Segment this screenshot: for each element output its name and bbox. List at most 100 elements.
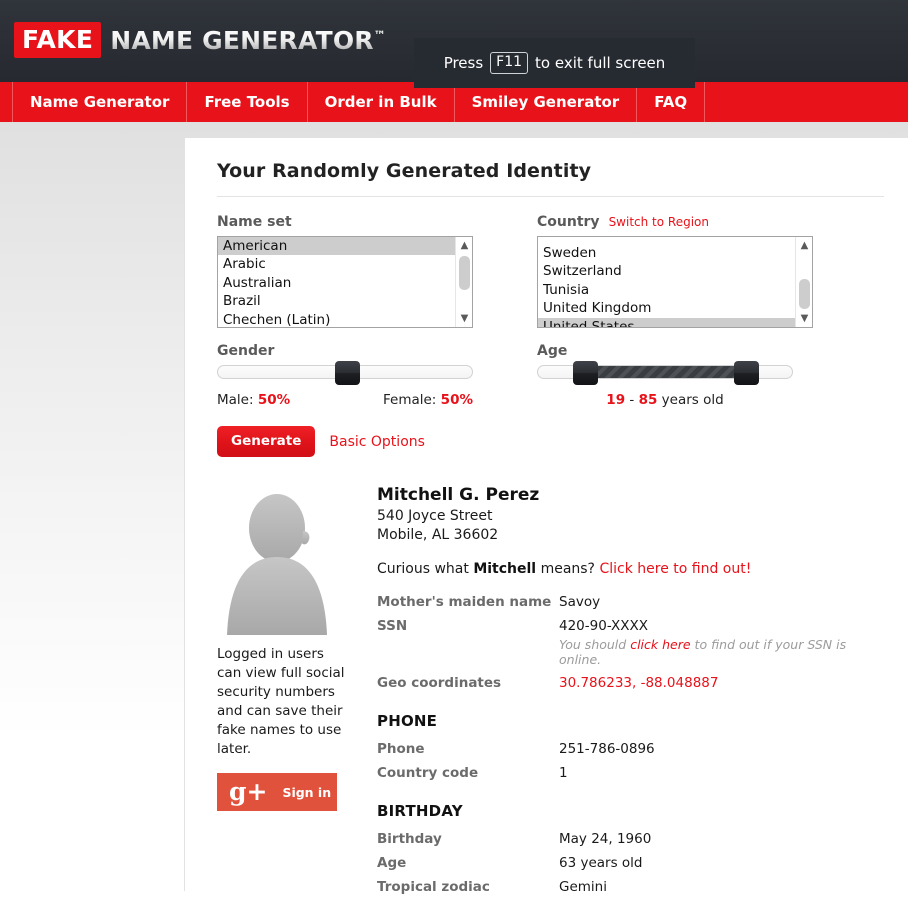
slider-row: Gender Male: 50% Female: 50% Age 19 - 85… [217,343,884,408]
age-slider-handle-max[interactable] [734,361,759,385]
field-value: May 24, 1960 [559,831,652,847]
male-percent: 50% [257,392,291,408]
identity-field-table: Mother's maiden name Savoy SSN 420-90-XX… [377,594,884,691]
nameset-option-chechen-latin[interactable]: Chechen (Latin) [218,311,455,327]
age-max: 85 [638,392,658,408]
site-logo[interactable]: FAKE NAME GENERATOR™ [14,22,386,58]
field-value: 30.786233, -88.048887 [559,675,719,691]
female-percent: 50% [440,392,473,408]
country-option-tunisia[interactable]: Tunisia [538,281,795,299]
logo-fake-badge: FAKE [14,22,102,58]
country-option-united-states[interactable]: United States [538,317,795,327]
gender-slider-handle[interactable] [335,361,360,385]
gender-slider-track[interactable] [217,361,473,385]
nameset-option-brazil[interactable]: Brazil [218,292,455,310]
field-row-ssn: SSN 420-90-XXXX You should click here to… [377,618,884,667]
country-option-sweden[interactable]: Sweden [538,244,795,262]
tooltip-suffix-label: to exit full screen [535,54,666,72]
meaning-middle: means? [540,561,595,577]
ssn-note-prefix: You should [559,637,627,652]
page-background: Your Randomly Generated Identity Name se… [0,122,908,895]
field-row-birthday: Birthday May 24, 1960 [377,831,884,847]
nav-item-name-generator[interactable]: Name Generator [12,82,188,122]
age-suffix: years old [661,392,724,408]
country-scrollbar[interactable]: ▲ ▼ [795,237,812,327]
switch-to-region-link[interactable]: Switch to Region [609,215,709,229]
fullscreen-exit-tooltip: Press F11 to exit full screen [414,38,695,88]
person-name: Mitchell G. Perez [377,485,540,505]
meaning-prefix: Curious what [377,561,469,577]
field-key: Age [377,855,407,871]
country-option-united-kingdom[interactable]: United Kingdom [538,299,795,317]
age-range-text: 19 - 85 years old [606,392,723,408]
logo-wordmark: NAME GENERATOR™ [110,26,386,55]
nameset-listbox[interactable]: American Arabic Australian Brazil Cheche… [217,236,473,328]
field-key: Mother's maiden name [377,594,552,610]
country-option-switzerland[interactable]: Switzerland [538,262,795,280]
identity-details: Mitchell G. Perez 540 Joyce Street Mobil… [377,485,884,903]
generate-button[interactable]: Generate [217,426,316,457]
age-slider-group: Age 19 - 85 years old [537,343,857,408]
nameset-option-australian[interactable]: Australian [218,274,455,292]
age-slider-handle-min[interactable] [573,361,598,385]
google-signin-button[interactable]: g+ Sign in [217,773,337,811]
gender-slider-group: Gender Male: 50% Female: 50% [217,343,537,408]
female-percent-group: Female: 50% [383,392,473,408]
gender-values: Male: 50% Female: 50% [217,392,473,408]
country-option-partial[interactable] [538,237,795,244]
age-label-row: Age [537,343,857,359]
identity-sidebar: Logged in users can view full social sec… [217,485,377,903]
country-label-row: Country Switch to Region [537,214,857,230]
avatar [217,485,337,635]
field-row-country-code: Country code 1 [377,765,884,781]
person-silhouette-icon [217,485,337,635]
content-panel: Your Randomly Generated Identity Name se… [184,138,908,895]
field-row-tropical-zodiac: Tropical zodiac Gemini [377,879,884,895]
identity-result: Logged in users can view full social sec… [217,485,884,903]
field-value: 63 years old [559,855,643,871]
age-separator: - [629,392,635,408]
nav-item-free-tools[interactable]: Free Tools [187,82,308,122]
basic-options-link[interactable]: Basic Options [329,434,425,450]
field-key: Geo coordinates [377,675,502,691]
field-row-age: Age 63 years old [377,855,884,871]
address-street: 540 Joyce Street [377,508,493,524]
login-note: Logged in users can view full social sec… [217,646,345,757]
nameset-option-american[interactable]: American [218,237,455,256]
scroll-down-icon[interactable]: ▼ [456,310,472,327]
field-key: Tropical zodiac [377,879,490,895]
nav-item-smiley-generator[interactable]: Smiley Generator [455,82,638,122]
age-slider-track[interactable] [537,361,793,385]
scroll-down-icon[interactable]: ▼ [796,310,812,327]
google-plus-icon: g+ [229,776,268,806]
age-min: 19 [606,392,626,408]
generator-options: Name set American Arabic Australian Braz… [217,214,884,328]
scrollbar-thumb[interactable] [459,256,470,290]
ssn-lookup-link[interactable]: click here [630,637,690,652]
scroll-up-icon[interactable]: ▲ [796,237,812,254]
nameset-column: Name set American Arabic Australian Braz… [217,214,537,328]
nav-item-order-in-bulk[interactable]: Order in Bulk [308,82,455,122]
field-row-maiden-name: Mother's maiden name Savoy [377,594,884,610]
male-percent-group: Male: 50% [217,392,290,408]
address-city-state-zip: Mobile, AL 36602 [377,527,499,543]
nameset-option-arabic[interactable]: Arabic [218,255,455,273]
scrollbar-thumb[interactable] [799,279,810,309]
age-values: 19 - 85 years old [537,392,793,408]
scroll-up-icon[interactable]: ▲ [456,237,472,254]
phone-section-heading: PHONE [377,712,438,730]
birthday-section-heading: BIRTHDAY [377,802,463,820]
title-divider [217,196,884,197]
field-key: Phone [377,741,425,757]
tooltip-prefix-label: Press [443,54,484,72]
gender-label-row: Gender [217,343,537,359]
field-value: Savoy [559,594,601,610]
country-listbox[interactable]: Sweden Switzerland Tunisia United Kingdo… [537,236,813,328]
nameset-scrollbar[interactable]: ▲ ▼ [455,237,472,327]
logo-text: NAME GENERATOR [110,25,374,55]
f11-key-badge: F11 [490,52,529,74]
name-meaning-link[interactable]: Click here to find out! [599,561,751,577]
nav-item-faq[interactable]: FAQ [637,82,706,122]
nameset-label-row: Name set [217,214,537,230]
meaning-firstname: Mitchell [473,561,537,577]
